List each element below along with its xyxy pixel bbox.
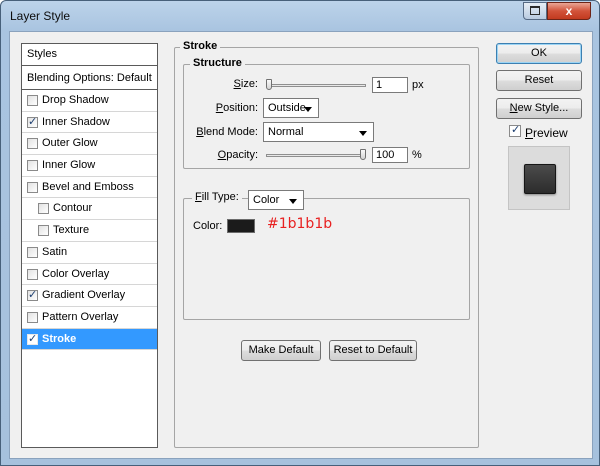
- style-item-label: Color Overlay: [42, 267, 110, 280]
- structure-title: Structure: [190, 57, 245, 69]
- blend-mode-label: Blend Mode:: [196, 126, 258, 138]
- reset-to-default-button[interactable]: Reset to Default: [329, 340, 417, 361]
- size-slider-thumb[interactable]: [266, 79, 272, 90]
- style-item-label: Inner Shadow: [42, 115, 110, 128]
- structure-group: Structure Size: 1 px Position: Outside B…: [183, 57, 470, 169]
- preview-label: Preview: [525, 126, 568, 140]
- style-item-label: Outer Glow: [42, 137, 98, 150]
- style-checkbox[interactable]: [27, 268, 38, 280]
- layer-style-dialog: Layer Style x Styles Blending Options: D…: [0, 0, 600, 466]
- make-default-button[interactable]: Make Default: [241, 340, 321, 361]
- fill-group: Fill Type: Color Color: #1b1b1b: [183, 190, 470, 320]
- style-item-satin[interactable]: Satin: [22, 242, 157, 264]
- size-label-rest: ize:: [240, 78, 258, 90]
- style-checkbox[interactable]: [38, 203, 49, 215]
- style-item-inner-glow[interactable]: Inner Glow: [22, 155, 157, 177]
- reset-button[interactable]: Reset: [496, 70, 582, 91]
- style-item-drop-shadow[interactable]: Drop Shadow: [22, 90, 157, 112]
- style-checkbox[interactable]: [27, 332, 38, 345]
- ok-button[interactable]: OK: [496, 43, 582, 64]
- styles-header[interactable]: Styles: [22, 44, 157, 66]
- preview-thumbnail: [508, 146, 570, 210]
- size-slider[interactable]: [266, 84, 366, 87]
- color-label: Color:: [193, 220, 223, 232]
- size-unit: px: [412, 79, 424, 91]
- size-input[interactable]: 1: [372, 77, 408, 93]
- blending-options-item[interactable]: Blending Options: Default: [22, 68, 157, 90]
- style-item-label: Inner Glow: [42, 159, 96, 172]
- opacity-slider[interactable]: [266, 154, 366, 157]
- style-item-contour[interactable]: Contour: [22, 198, 157, 221]
- position-select[interactable]: Outside: [263, 98, 319, 118]
- fill-type-value: Color: [253, 194, 280, 206]
- style-checkbox[interactable]: [27, 95, 38, 106]
- styles-panel: Styles Blending Options: Default Drop Sh…: [21, 43, 158, 448]
- style-item-pattern-overlay[interactable]: Pattern Overlay: [22, 307, 157, 329]
- new-style-label-rest: ew Style...: [517, 102, 569, 114]
- close-icon: x: [565, 4, 573, 18]
- style-checkbox[interactable]: [27, 138, 38, 150]
- position-value: Outside: [268, 102, 306, 114]
- style-item-label: Contour: [53, 202, 93, 215]
- restore-icon: [530, 6, 540, 15]
- style-checkbox[interactable]: [27, 160, 38, 172]
- close-button[interactable]: x: [547, 2, 591, 20]
- style-item-label: Texture: [53, 224, 90, 237]
- size-label: Size:: [233, 78, 258, 90]
- preview-swatch: [524, 164, 556, 194]
- style-list: Drop Shadow Inner Shadow Outer Glow Inner G…: [22, 90, 157, 351]
- style-checkbox[interactable]: [27, 311, 38, 323]
- style-checkbox[interactable]: [38, 225, 49, 237]
- restore-button[interactable]: [523, 2, 547, 20]
- opacity-unit: %: [412, 149, 422, 161]
- color-hex-annotation: #1b1b1b: [267, 216, 333, 232]
- stroke-group: Stroke Structure Size: 1 px Position: Ou…: [174, 40, 479, 448]
- style-item-label: Drop Shadow: [42, 94, 109, 106]
- fill-type-select[interactable]: Color: [248, 190, 304, 210]
- style-item-label: Satin: [42, 245, 68, 258]
- style-item-outer-glow[interactable]: Outer Glow: [22, 133, 157, 156]
- style-item-bevel-and-emboss[interactable]: Bevel and Emboss: [22, 177, 157, 199]
- opacity-input[interactable]: 100: [372, 147, 408, 163]
- style-item-inner-shadow[interactable]: Inner Shadow: [22, 112, 157, 134]
- style-checkbox[interactable]: [27, 181, 38, 193]
- style-item-stroke[interactable]: Stroke: [22, 328, 157, 351]
- blend-mode-select[interactable]: Normal: [263, 122, 374, 142]
- style-checkbox[interactable]: [27, 246, 38, 258]
- opacity-slider-thumb[interactable]: [360, 149, 366, 160]
- opacity-label: Opacity:: [217, 149, 258, 161]
- color-swatch[interactable]: [227, 219, 255, 233]
- preview-checkbox[interactable]: [509, 123, 521, 137]
- style-item-label: Gradient Overlay: [42, 289, 126, 302]
- style-item-label: Bevel and Emboss: [42, 180, 134, 193]
- style-item-gradient-overlay[interactable]: Gradient Overlay: [22, 285, 157, 307]
- new-style-button[interactable]: New Style...: [496, 98, 582, 119]
- chevron-down-icon: [304, 107, 312, 112]
- blend-mode-value: Normal: [268, 126, 304, 138]
- stroke-title: Stroke: [180, 40, 221, 52]
- chevron-down-icon: [289, 199, 297, 204]
- style-item-label: Pattern Overlay: [42, 310, 119, 323]
- chevron-down-icon: [359, 131, 367, 136]
- style-item-label: Stroke: [42, 332, 77, 345]
- style-item-texture[interactable]: Texture: [22, 220, 157, 242]
- fill-type-label: Fill Type:: [192, 191, 242, 203]
- window-title: Layer Style: [10, 9, 71, 23]
- style-item-color-overlay[interactable]: Color Overlay: [22, 264, 157, 286]
- dialog-body: Styles Blending Options: Default Drop Sh…: [9, 31, 593, 459]
- position-label: Position:: [215, 102, 258, 114]
- title-bar[interactable]: Layer Style x: [1, 1, 599, 31]
- style-checkbox[interactable]: [27, 288, 38, 302]
- style-checkbox[interactable]: [27, 115, 38, 128]
